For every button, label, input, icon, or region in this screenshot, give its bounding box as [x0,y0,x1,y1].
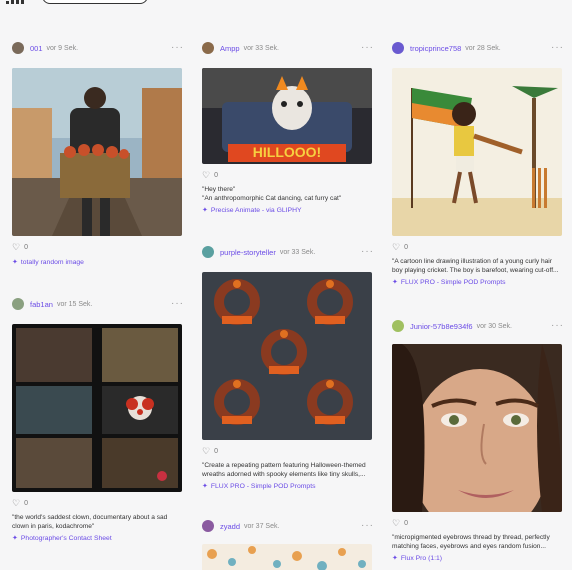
timestamp: vor 33 Sek. [243,44,280,52]
like-row[interactable]: ♡ 0 [392,518,566,528]
heart-outline-icon[interactable]: ♡ [202,170,210,181]
generated-image[interactable] [392,344,562,512]
more-dots-icon[interactable]: ··· [551,42,564,53]
logo-icon [6,0,30,4]
more-dots-icon[interactable]: ··· [171,42,184,53]
tool-link[interactable]: ✦ Precise Animate - via GLIPHY [202,206,376,215]
generated-image[interactable] [12,324,182,492]
feed-card[interactable]: Junior-57b8e934f6 vor 30 Sek. ··· ♡ 0 "m… [386,316,566,562]
username[interactable]: Ampp [220,44,240,53]
timestamp: vor 15 Sek. [56,300,93,308]
more-dots-icon[interactable]: ··· [171,298,184,309]
more-dots-icon[interactable]: ··· [361,246,374,257]
timestamp: vor 28 Sek. [465,44,501,52]
feed-card[interactable]: 001 vor 9 Sek. ··· ♡ 0 ✦ totally random … [6,38,186,266]
prompt-text: "the world's saddest clown, documentary … [12,514,168,530]
avatar[interactable] [12,42,24,54]
avatar[interactable] [202,246,214,258]
like-count: 0 [214,447,218,455]
prompt-text: "micropigmented eyebrows thread by threa… [392,534,550,550]
like-row[interactable]: ♡ 0 [202,170,376,180]
like-row[interactable]: ♡ 0 [392,242,566,252]
generated-image[interactable] [202,544,372,570]
top-bar [0,0,572,10]
timestamp: vor 9 Sek. [46,44,79,52]
feed-card[interactable]: purple-storyteller vor 33 Sek. ··· ♡ 0 "… [196,242,376,490]
username[interactable]: tropicprince758 [410,44,461,53]
sparkle-icon: ✦ [392,555,398,562]
username[interactable]: fab1an [30,300,53,309]
like-row[interactable]: ♡ 0 [12,498,186,508]
avatar[interactable] [392,42,404,54]
like-row[interactable]: ♡ 0 [12,242,186,252]
sparkle-icon: ✦ [202,483,208,490]
timestamp: vor 37 Sek. [244,522,280,530]
like-row[interactable]: ♡ 0 [202,446,376,456]
feed-card[interactable]: fab1an vor 15 Sek. ··· ♡ 0 "the world's … [6,294,186,542]
username[interactable]: zyadd [220,522,240,531]
username[interactable]: 001 [30,44,43,53]
tool-link[interactable]: ✦ FLUX PRO - Simple POD Prompts [392,278,566,287]
avatar[interactable] [12,298,24,310]
sparkle-icon: ✦ [202,207,208,214]
heart-outline-icon[interactable]: ♡ [202,446,210,457]
prompt-text: "A cartoon line drawing illustration of … [392,258,559,274]
tool-label[interactable]: FLUX PRO - Simple POD Prompts [211,483,316,490]
feed-card[interactable]: tropicprince758 vor 28 Sek. ··· ♡ 0 "A c… [386,38,566,286]
tool-label[interactable]: Photographer's Contact Sheet [21,535,112,542]
more-dots-icon[interactable]: ··· [361,520,374,531]
like-count: 0 [404,519,408,527]
heart-outline-icon[interactable]: ♡ [392,518,400,529]
avatar[interactable] [202,520,214,532]
tool-link[interactable]: ✦ Photographer's Contact Sheet [12,534,186,543]
tool-label[interactable]: totally random image [21,259,84,266]
sparkle-icon: ✦ [12,535,18,542]
avatar[interactable] [392,320,404,332]
generated-image[interactable] [12,68,182,236]
tool-label[interactable]: Flux Pro (1:1) [401,555,442,562]
timestamp: vor 30 Sek. [476,322,512,330]
like-count: 0 [214,171,218,179]
tool-link[interactable]: ✦ FLUX PRO - Simple POD Prompts [202,482,376,491]
tool-link[interactable]: ✦ Flux Pro (1:1) [392,554,566,563]
sparkle-icon: ✦ [392,279,398,286]
generated-image[interactable]: HILLOOO! [202,68,372,164]
feed-card[interactable]: Ampp vor 33 Sek. ··· HILLOOO! ♡ 0 "Hey t… [196,38,376,214]
sparkle-icon: ✦ [12,259,18,266]
heart-outline-icon[interactable]: ♡ [12,498,20,509]
generated-image[interactable] [392,68,562,236]
search-pill[interactable] [42,0,148,4]
tool-label[interactable]: Precise Animate - via GLIPHY [211,207,302,214]
tool-link[interactable]: ✦ totally random image [12,258,186,267]
more-dots-icon[interactable]: ··· [361,42,374,53]
prompt-text: "Create a repeating pattern featuring Ha… [202,462,366,478]
prompt-text: "Hey there" "An anthropomorphic Cat danc… [202,186,342,202]
heart-outline-icon[interactable]: ♡ [12,242,20,253]
avatar[interactable] [202,42,214,54]
timestamp: vor 33 Sek. [279,248,316,256]
feed-card[interactable]: zyadd vor 37 Sek. ··· [196,516,376,570]
username[interactable]: purple-storyteller [220,248,276,257]
tool-label[interactable]: FLUX PRO - Simple POD Prompts [401,279,506,286]
generated-image[interactable] [202,272,372,440]
like-count: 0 [404,243,408,251]
username[interactable]: Junior-57b8e934f6 [410,322,473,331]
heart-outline-icon[interactable]: ♡ [392,242,400,253]
like-count: 0 [24,499,28,507]
like-count: 0 [24,243,28,251]
image-text: HILLOOO! [253,144,321,160]
more-dots-icon[interactable]: ··· [551,320,564,331]
